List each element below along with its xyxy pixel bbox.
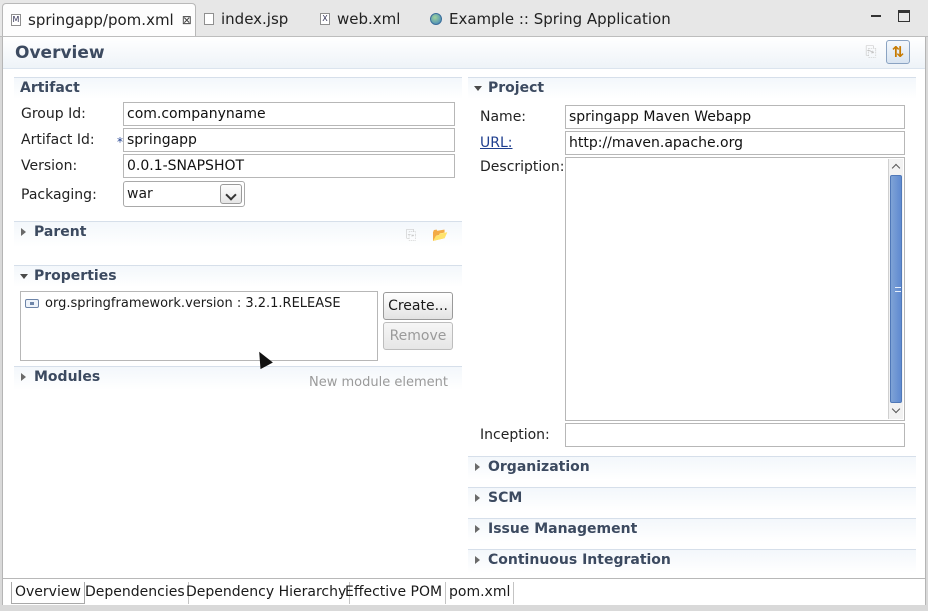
parent-section-header[interactable]: Parent ⎘ 📂 [14, 221, 462, 247]
inception-field[interactable] [565, 423, 905, 447]
expand-arrow-icon[interactable] [21, 373, 26, 381]
close-tab-icon[interactable]: ⊠ [182, 13, 192, 27]
section-title: Modules [34, 369, 100, 385]
property-icon [25, 299, 39, 308]
property-text: org.springframework.version : 3.2.1.RELE… [45, 296, 341, 311]
xml-file-icon: X [320, 13, 330, 25]
section-title: Artifact [20, 80, 80, 96]
tab-spring-application[interactable]: Example :: Spring Application [422, 4, 692, 34]
tab-label: web.xml [337, 10, 400, 28]
collapse-arrow-icon[interactable] [20, 274, 28, 279]
version-label: Version: [21, 158, 77, 174]
minimize-icon[interactable] [870, 10, 882, 22]
scroll-thumb[interactable] [890, 175, 902, 403]
clear-parent-icon: ⎘ [406, 228, 416, 243]
tab-pom-xml-source[interactable]: pom.xml [446, 582, 514, 604]
name-field[interactable]: springapp Maven Webapp [565, 105, 905, 129]
group-id-field[interactable]: com.companyname [123, 102, 455, 126]
section-title: Properties [34, 268, 117, 284]
packaging-value: war [127, 186, 153, 202]
url-link[interactable]: URL: [480, 135, 513, 151]
create-property-button[interactable]: Create... [383, 292, 453, 320]
scroll-up-icon[interactable] [891, 161, 901, 173]
maximize-icon[interactable] [898, 10, 910, 22]
expand-arrow-icon[interactable] [475, 463, 480, 471]
group-id-label: Group Id: [21, 106, 86, 122]
description-label: Description: [480, 159, 564, 175]
tab-dependency-hierarchy[interactable]: Dependency Hierarchy [183, 582, 350, 604]
tab-dependencies[interactable]: Dependencies [82, 582, 189, 604]
expand-arrow-icon[interactable] [21, 228, 26, 236]
properties-section-header[interactable]: Properties [14, 265, 462, 287]
collapse-arrow-icon[interactable] [474, 86, 482, 91]
section-title: Project [488, 80, 544, 96]
expand-arrow-icon[interactable] [475, 556, 480, 564]
new-module-link[interactable]: New module element [309, 375, 448, 390]
modules-section-header[interactable]: Modules New module element [14, 366, 462, 390]
tab-label: Example :: Spring Application [449, 10, 671, 28]
grip-icon [895, 287, 901, 292]
artifact-id-field[interactable]: springapp [123, 128, 455, 152]
remove-property-button[interactable]: Remove [383, 322, 453, 350]
artifact-section-header: Artifact [14, 77, 462, 99]
expand-arrow-icon[interactable] [475, 525, 480, 533]
tab-label: index.jsp [221, 10, 288, 28]
globe-icon [430, 13, 442, 25]
section-title: Issue Management [488, 521, 637, 537]
artifact-id-label: Artifact Id: [21, 132, 95, 148]
section-title: Organization [488, 459, 590, 475]
sync-icon[interactable]: ⇅ [886, 40, 910, 64]
list-item[interactable]: org.springframework.version : 3.2.1.RELE… [25, 296, 341, 311]
packaging-label: Packaging: [21, 187, 97, 203]
maven-file-icon: M [11, 14, 21, 26]
section-title: Parent [34, 224, 86, 240]
scroll-down-icon[interactable] [891, 405, 901, 417]
chevron-down-icon[interactable] [220, 184, 242, 204]
version-field[interactable]: 0.0.1-SNAPSHOT [123, 154, 455, 178]
refresh-disabled-icon: ⎘ [859, 40, 883, 64]
organization-section-header[interactable]: Organization [468, 456, 916, 480]
open-folder-icon[interactable]: 📂 [432, 228, 448, 243]
issue-management-section-header[interactable]: Issue Management [468, 518, 916, 542]
tab-pom-xml[interactable]: M springapp/pom.xml ⊠ [2, 3, 196, 36]
jsp-file-icon [204, 13, 214, 25]
tab-overview[interactable]: Overview [11, 582, 85, 604]
project-section-header[interactable]: Project [468, 77, 916, 99]
description-scrollbar[interactable] [888, 159, 903, 419]
expand-arrow-icon[interactable] [475, 494, 480, 502]
section-title: SCM [488, 490, 522, 506]
properties-list[interactable]: org.springframework.version : 3.2.1.RELE… [20, 291, 378, 361]
tab-web-xml[interactable]: X web.xml [312, 4, 422, 34]
section-title: Continuous Integration [488, 552, 671, 568]
page-title: Overview [15, 43, 105, 63]
page-header: Overview ⎘ ⇅ [3, 37, 925, 69]
url-field[interactable]: http://maven.apache.org [565, 131, 905, 155]
tab-label: springapp/pom.xml [28, 11, 174, 29]
inception-label: Inception: [480, 427, 550, 443]
pom-editor: Overview ⎘ ⇅ Artifact Group Id: com.comp… [2, 37, 926, 605]
tab-effective-pom[interactable]: Effective POM [342, 582, 446, 604]
editor-tab-bar: M springapp/pom.xml ⊠ index.jsp X web.xm… [0, 0, 928, 37]
tab-index-jsp[interactable]: index.jsp [196, 4, 311, 34]
name-label: Name: [480, 109, 526, 125]
scm-section-header[interactable]: SCM [468, 487, 916, 511]
packaging-select[interactable]: war [123, 181, 245, 207]
continuous-integration-section-header[interactable]: Continuous Integration [468, 549, 916, 573]
editor-page-tabs: Overview Dependencies Dependency Hierarc… [3, 578, 925, 605]
description-textarea[interactable] [565, 157, 905, 421]
